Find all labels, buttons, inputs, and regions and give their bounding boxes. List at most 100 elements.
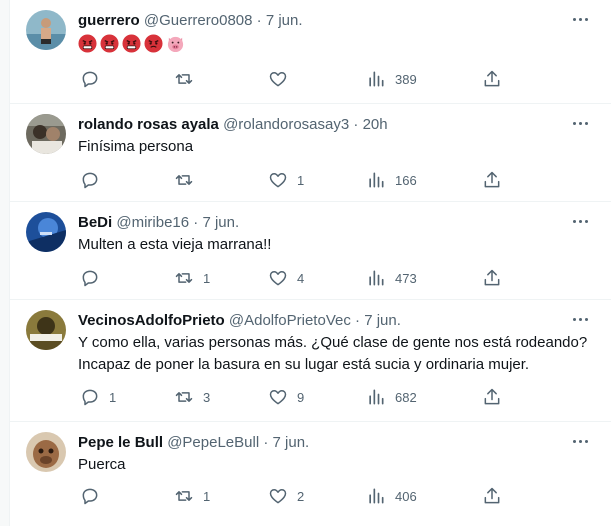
heart-icon — [269, 173, 287, 188]
views-button[interactable]: 166 — [366, 165, 417, 195]
more-options-icon[interactable] — [569, 113, 591, 133]
tweet-actions: 1 4 473 — [70, 263, 570, 293]
more-options-icon[interactable] — [569, 309, 591, 329]
retweet-button[interactable]: 1 — [174, 263, 210, 293]
reply-button[interactable]: 1 — [80, 382, 116, 412]
angry-face-icon — [78, 34, 97, 53]
display-name[interactable]: guerrero — [78, 12, 140, 29]
tweet-text: Finísima persona — [78, 138, 194, 155]
reply-icon — [82, 389, 98, 406]
retweet-icon — [175, 175, 193, 185]
handle[interactable]: @rolandorosasay3 — [223, 116, 349, 133]
tweet-header: Pepe le Bull @PepeLeBull · 7 jun. — [78, 434, 310, 451]
timestamp[interactable]: 7 jun. — [273, 434, 310, 451]
retweet-button[interactable] — [174, 165, 203, 195]
analytics-icon — [369, 172, 384, 188]
retweet-icon — [175, 491, 193, 501]
angry-face-icon — [144, 34, 163, 53]
share-icon — [484, 487, 500, 504]
tweet-actions: 1 3 9 682 — [70, 382, 570, 412]
tweet[interactable]: VecinosAdolfoPrieto @AdolfoPrietoVec · 7… — [10, 300, 611, 422]
heart-icon — [269, 390, 287, 405]
like-count: 1 — [297, 172, 305, 188]
more-options-icon[interactable] — [569, 431, 591, 451]
avatar[interactable] — [26, 114, 66, 154]
retweet-icon — [175, 74, 193, 84]
retweet-button[interactable] — [174, 64, 203, 94]
analytics-icon — [369, 71, 384, 87]
retweet-count: 1 — [203, 488, 211, 504]
views-button[interactable]: 682 — [366, 382, 417, 412]
tweet-text: Multen a esta vieja marrana!! — [78, 236, 272, 253]
tweet[interactable]: guerrero @Guerrero0808 · 7 jun. 389 — [10, 0, 611, 104]
like-count: 4 — [297, 270, 305, 286]
like-count: 9 — [297, 389, 305, 405]
like-button[interactable]: 4 — [268, 263, 304, 293]
avatar[interactable] — [26, 432, 66, 472]
like-button[interactable]: 1 — [268, 165, 304, 195]
like-button[interactable] — [268, 64, 297, 94]
views-count: 406 — [395, 488, 417, 504]
tweet-header: rolando rosas ayala @rolandorosasay3 · 2… — [78, 116, 388, 133]
share-button[interactable] — [482, 481, 502, 511]
avatar[interactable] — [26, 10, 66, 50]
timestamp[interactable]: 7 jun. — [266, 12, 303, 29]
share-icon — [484, 269, 500, 286]
share-icon — [484, 171, 500, 188]
like-count: 2 — [297, 488, 305, 504]
share-button[interactable] — [482, 382, 502, 412]
tweet-text-line-2: Incapaz de poner la basura en su lugar e… — [78, 356, 530, 373]
avatar[interactable] — [26, 212, 66, 252]
timestamp[interactable]: 7 jun. — [364, 312, 401, 329]
retweet-icon — [175, 392, 193, 402]
reply-button[interactable] — [80, 263, 109, 293]
retweet-icon — [175, 273, 193, 283]
heart-icon — [269, 271, 287, 286]
share-button[interactable] — [482, 64, 502, 94]
views-button[interactable]: 473 — [366, 263, 417, 293]
timestamp[interactable]: 20h — [363, 116, 388, 133]
angry-face-icon — [100, 34, 119, 53]
more-options-icon[interactable] — [569, 211, 591, 231]
retweet-button[interactable]: 3 — [174, 382, 210, 412]
left-frame-edge — [0, 0, 10, 526]
tweet[interactable]: Pepe le Bull @PepeLeBull · 7 jun. Puerca… — [10, 422, 611, 526]
tweet-actions: 389 — [70, 64, 570, 94]
share-button[interactable] — [482, 165, 502, 195]
display-name[interactable]: BeDi — [78, 214, 112, 231]
display-name[interactable]: rolando rosas ayala — [78, 116, 219, 133]
views-button[interactable]: 406 — [366, 481, 417, 511]
handle[interactable]: @AdolfoPrietoVec — [229, 312, 351, 329]
like-button[interactable]: 9 — [268, 382, 304, 412]
reply-button[interactable] — [80, 481, 109, 511]
share-button[interactable] — [482, 263, 502, 293]
tweet[interactable]: rolando rosas ayala @rolandorosasay3 · 2… — [10, 104, 611, 202]
tweet-header: VecinosAdolfoPrieto @AdolfoPrietoVec · 7… — [78, 312, 401, 329]
tweet-text-line-1: Y como ella, varias personas más. ¿Qué c… — [78, 334, 588, 351]
display-name[interactable]: Pepe le Bull — [78, 434, 163, 451]
reply-button[interactable] — [80, 64, 109, 94]
share-icon — [484, 70, 500, 87]
views-count: 166 — [395, 172, 417, 188]
reply-count: 1 — [109, 389, 117, 405]
views-count: 682 — [395, 389, 417, 405]
handle[interactable]: @PepeLeBull — [167, 434, 259, 451]
reply-button[interactable] — [80, 165, 109, 195]
display-name[interactable]: VecinosAdolfoPrieto — [78, 312, 225, 329]
heart-icon — [269, 72, 287, 87]
handle[interactable]: @Guerrero0808 — [144, 12, 253, 29]
views-button[interactable]: 389 — [366, 64, 417, 94]
handle[interactable]: @miribe16 — [116, 214, 189, 231]
retweet-count: 1 — [203, 270, 211, 286]
reply-icon — [82, 172, 98, 189]
tweet[interactable]: BeDi @miribe16 · 7 jun. Multen a esta vi… — [10, 202, 611, 300]
views-count: 389 — [395, 71, 417, 87]
tweet-actions: 1 166 — [70, 165, 570, 195]
reply-icon — [82, 270, 98, 287]
avatar[interactable] — [26, 310, 66, 350]
timestamp[interactable]: 7 jun. — [202, 214, 239, 231]
more-options-icon[interactable] — [569, 9, 591, 29]
analytics-icon — [369, 389, 384, 405]
like-button[interactable]: 2 — [268, 481, 304, 511]
retweet-button[interactable]: 1 — [174, 481, 210, 511]
